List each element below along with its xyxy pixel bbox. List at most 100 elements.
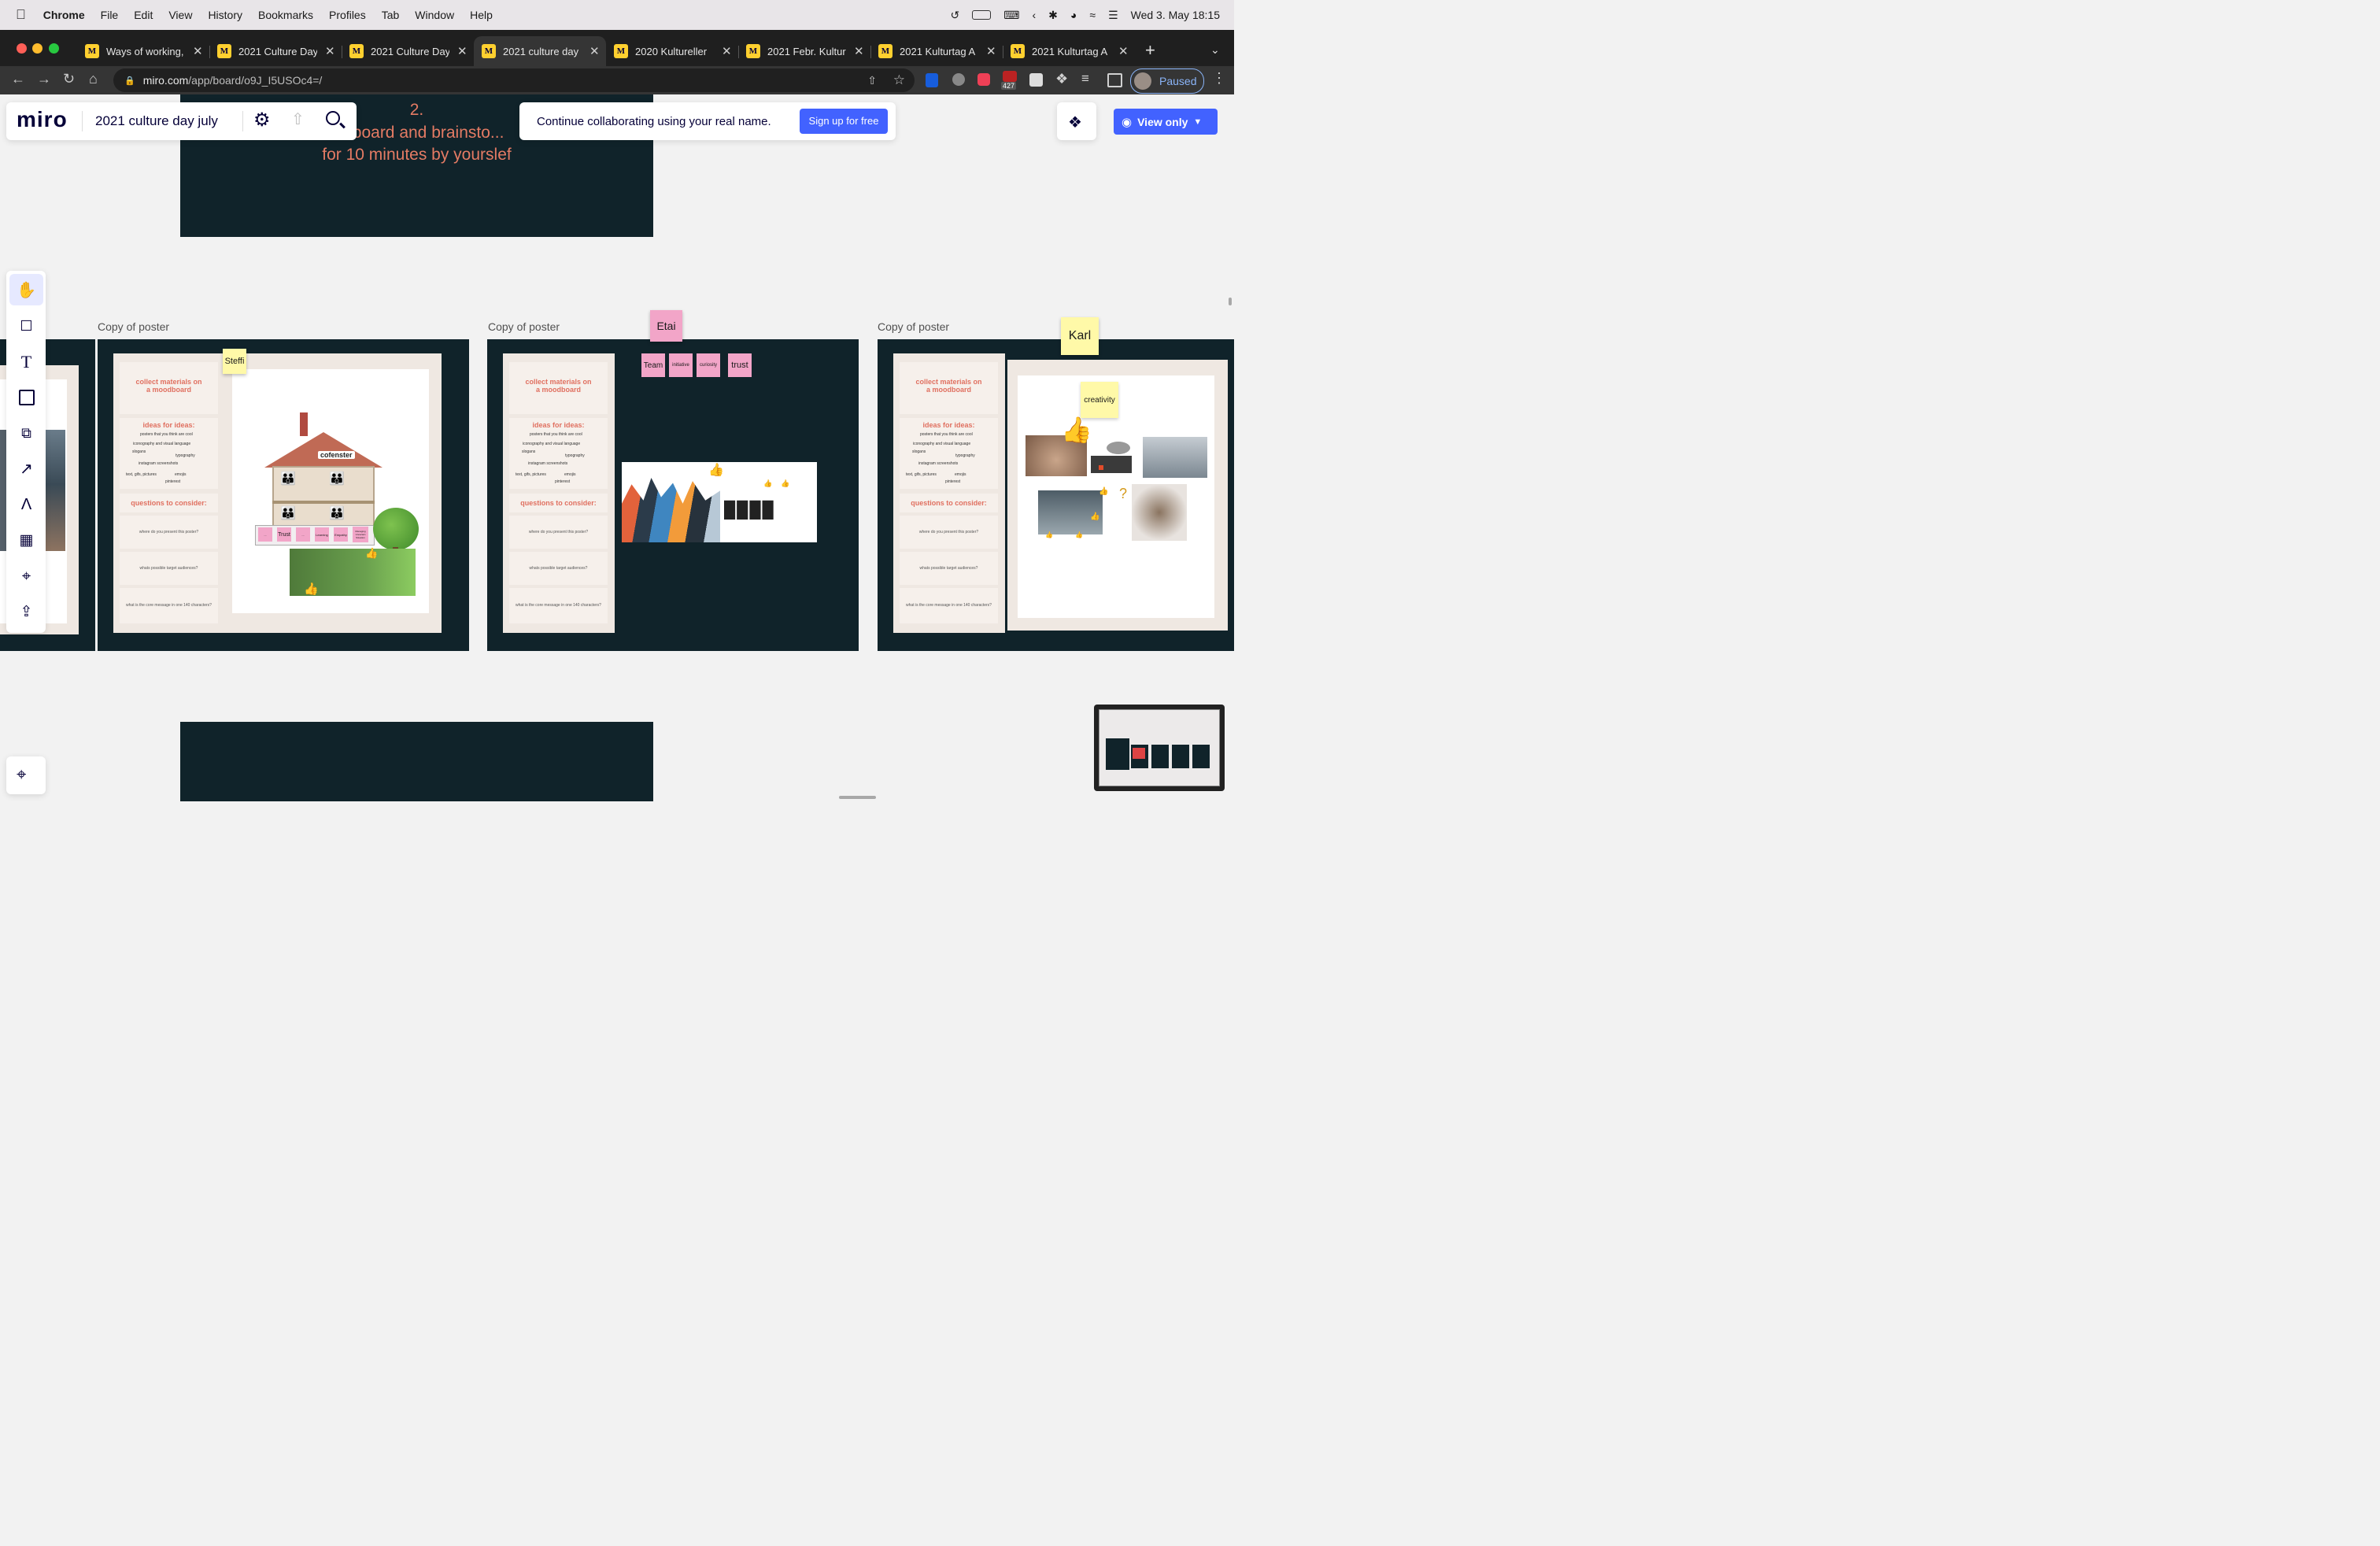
tab-close-icon[interactable]: ✕ bbox=[589, 44, 600, 58]
menu-history[interactable]: History bbox=[208, 9, 242, 21]
side-panel-icon[interactable] bbox=[1107, 73, 1122, 87]
bluetooth-icon[interactable]: ✱ bbox=[1048, 9, 1058, 22]
wifi-icon[interactable]: ≈ bbox=[1089, 9, 1096, 21]
minimap[interactable] bbox=[1094, 705, 1225, 791]
miro-canvas[interactable]: 2. ...dboard and brainsto... for 10 minu… bbox=[0, 94, 1234, 801]
extension-icon[interactable] bbox=[1029, 73, 1043, 87]
menu-help[interactable]: Help bbox=[470, 9, 493, 21]
sticky-note-pink[interactable]: trust bbox=[728, 353, 752, 377]
menu-profiles[interactable]: Profiles bbox=[329, 9, 366, 21]
tab-search-chevron-icon[interactable]: ⌄ bbox=[1210, 43, 1220, 57]
sticky-note-name[interactable]: Steffi bbox=[223, 349, 246, 374]
bitwarden-extension-icon[interactable] bbox=[926, 73, 938, 87]
board-title[interactable]: 2021 culture day july bbox=[95, 113, 218, 129]
pocket-extension-icon[interactable] bbox=[978, 73, 990, 86]
time-machine-icon[interactable]: ↺ bbox=[951, 9, 960, 22]
share-icon[interactable]: ⇧ bbox=[291, 109, 305, 129]
sticky-note-pink[interactable]: initiative bbox=[669, 353, 693, 377]
puzzle-extensions-icon[interactable]: ❖ bbox=[1055, 71, 1068, 87]
tab-close-icon[interactable]: ✕ bbox=[457, 44, 468, 58]
apple-icon[interactable]:  bbox=[16, 7, 26, 23]
frames-panel-button[interactable]: ⌖ bbox=[6, 756, 46, 794]
menu-bookmarks[interactable]: Bookmarks bbox=[258, 9, 313, 21]
sticky-note-pink[interactable]: ... bbox=[296, 527, 310, 542]
control-center-icon[interactable]: ☰ bbox=[1108, 9, 1118, 22]
tab-close-icon[interactable]: ✕ bbox=[854, 44, 864, 58]
sticky-note-name[interactable]: Karl bbox=[1061, 317, 1099, 355]
menu-file[interactable]: File bbox=[101, 9, 119, 21]
menu-app-chrome[interactable]: Chrome bbox=[43, 9, 85, 21]
address-bar[interactable]: 🔒 miro.com/app/board/o9J_I5USOc4=/ ⇧ ☆ bbox=[113, 68, 915, 92]
bookmark-star-icon[interactable]: ☆ bbox=[893, 72, 905, 88]
poster-frame-3[interactable]: collect materials on a moodboard ideas f… bbox=[878, 339, 1234, 651]
window-minimize-icon[interactable] bbox=[32, 43, 42, 54]
tab-close-icon[interactable]: ✕ bbox=[722, 44, 732, 58]
horizontal-scrollbar[interactable] bbox=[839, 796, 876, 799]
sticky-note-name[interactable]: Etai bbox=[650, 310, 682, 342]
vpn-icon[interactable]: ◕ bbox=[1070, 9, 1077, 21]
browser-tab[interactable]: M 2021 Kulturtag A ✕ bbox=[870, 36, 1003, 66]
battery-icon[interactable] bbox=[972, 10, 992, 20]
frame-label[interactable]: Copy of poster bbox=[488, 320, 560, 333]
sticky-note-pink[interactable]: curiosity bbox=[697, 353, 720, 377]
poster-frame-1[interactable]: collect materials on a moodboard ideas f… bbox=[98, 339, 469, 651]
vertical-scrollbar[interactable] bbox=[1229, 298, 1232, 305]
sticky-note-pink[interactable]: ... bbox=[258, 527, 272, 542]
share-page-icon[interactable]: ⇧ bbox=[867, 74, 877, 87]
browser-tab[interactable]: M 2021 Febr. Kultur ✕ bbox=[738, 36, 870, 66]
browser-tab[interactable]: M 2021 Culture Day ✕ bbox=[342, 36, 474, 66]
pen-tool-button[interactable]: Λ bbox=[9, 489, 43, 520]
arrow-tool-button[interactable]: ↗ bbox=[9, 453, 43, 484]
bottom-frame[interactable] bbox=[180, 722, 653, 801]
sticky-note-tool-button[interactable] bbox=[9, 382, 43, 413]
sticky-note-pink[interactable]: Trust bbox=[277, 527, 291, 542]
sticky-note-pink[interactable]: Learning bbox=[315, 527, 329, 542]
chevron-left-icon[interactable]: ‹ bbox=[1033, 9, 1037, 21]
poster-frame-2[interactable]: collect materials on a moodboard ideas f… bbox=[487, 339, 859, 651]
hand-tool-button[interactable]: ✋ bbox=[9, 274, 43, 305]
extension-icon[interactable] bbox=[952, 73, 965, 86]
sign-up-button[interactable]: Sign up for free bbox=[800, 109, 888, 134]
new-tab-icon[interactable]: + bbox=[1145, 40, 1155, 61]
menu-tab[interactable]: Tab bbox=[382, 9, 400, 21]
tab-close-icon[interactable]: ✕ bbox=[986, 44, 996, 58]
home-icon[interactable]: ⌂ bbox=[89, 71, 98, 87]
lock-icon[interactable]: 🔒 bbox=[124, 76, 135, 86]
text-tool-button[interactable]: T bbox=[9, 346, 43, 378]
window-close-icon[interactable] bbox=[17, 43, 27, 54]
reload-icon[interactable]: ↻ bbox=[63, 71, 75, 87]
miro-logo[interactable]: miro bbox=[17, 107, 68, 132]
browser-tab[interactable]: M 2020 Kultureller ✕ bbox=[606, 36, 738, 66]
frame-label[interactable]: Copy of poster bbox=[878, 320, 949, 333]
sticky-note-pink[interactable]: Managing Uncertain Situation bbox=[353, 527, 368, 542]
menu-window[interactable]: Window bbox=[415, 9, 454, 21]
tab-close-icon[interactable]: ✕ bbox=[325, 44, 335, 58]
menu-view[interactable]: View bbox=[168, 9, 192, 21]
keyboard-icon[interactable]: ⌨ bbox=[1003, 9, 1019, 22]
view-only-button[interactable]: ◉ View only ▼ bbox=[1114, 109, 1218, 135]
profile-button[interactable]: Paused bbox=[1130, 68, 1204, 94]
comment-tool-button[interactable]: ☐ bbox=[9, 310, 43, 342]
apps-button[interactable]: ❖ bbox=[1057, 102, 1096, 140]
sticky-note-creativity[interactable]: creativity bbox=[1081, 382, 1118, 418]
window-zoom-icon[interactable] bbox=[49, 43, 59, 54]
settings-icon[interactable]: ⚙ bbox=[253, 109, 271, 131]
templates-tool-button[interactable]: ▦ bbox=[9, 524, 43, 556]
shapes-tool-button[interactable]: ⧉ bbox=[9, 417, 43, 449]
extension-badge-icon[interactable] bbox=[1003, 71, 1017, 82]
search-icon[interactable] bbox=[326, 111, 340, 125]
tab-close-icon[interactable]: ✕ bbox=[193, 44, 203, 58]
chrome-menu-icon[interactable]: ⋮ bbox=[1212, 70, 1226, 87]
upload-tool-button[interactable]: ⇪ bbox=[9, 596, 43, 627]
clock[interactable]: Wed 3. May 18:15 bbox=[1131, 9, 1220, 21]
sticky-note-pink[interactable]: Team bbox=[641, 353, 665, 377]
tab-close-icon[interactable]: ✕ bbox=[1118, 44, 1129, 58]
sticky-note-pink[interactable]: Empathy bbox=[334, 527, 348, 542]
back-icon[interactable]: ← bbox=[11, 71, 25, 87]
reading-list-icon[interactable]: ≡ bbox=[1081, 71, 1089, 87]
browser-tab[interactable]: M 2021 Kulturtag A ✕ bbox=[1003, 36, 1135, 66]
frame-label[interactable]: Copy of poster bbox=[98, 320, 169, 333]
browser-tab[interactable]: M Ways of working, ✕ bbox=[77, 36, 209, 66]
browser-tab[interactable]: M 2021 Culture Day ✕ bbox=[209, 36, 342, 66]
frame-tool-button[interactable]: ⌖ bbox=[9, 560, 43, 592]
